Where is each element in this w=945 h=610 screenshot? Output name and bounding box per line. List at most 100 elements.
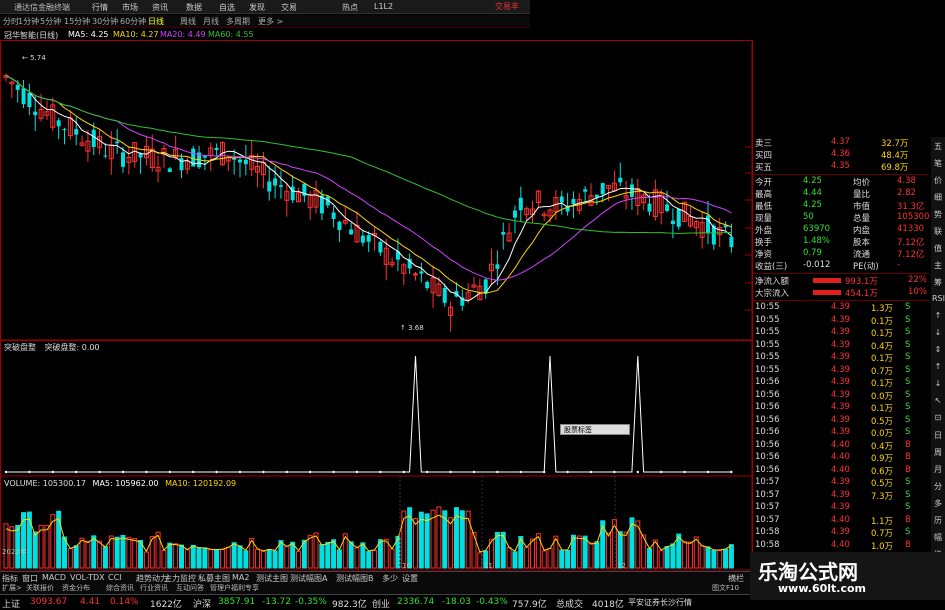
volume-bar [290, 541, 296, 569]
stat-value: 63970 [803, 224, 831, 234]
candle-body [378, 241, 383, 253]
volume-bar [711, 549, 717, 569]
period-tab[interactable]: 5分钟 [40, 16, 61, 27]
period-tab[interactable]: 月线 [203, 16, 219, 27]
period-tab[interactable]: 30分钟 [92, 16, 118, 27]
f10-tab[interactable]: 图文F10 [712, 583, 739, 593]
period-tab[interactable]: 更多 > [258, 16, 283, 27]
flow-pct: 10% [908, 287, 927, 297]
stat-value: - [897, 260, 901, 270]
indicator-tab[interactable]: VOL-TDX [70, 573, 105, 582]
trade-side: B [905, 539, 911, 550]
ma10-line [5, 74, 732, 294]
menu-item[interactable]: L1L2 [374, 2, 393, 11]
trade-side: B [905, 452, 911, 462]
ma60-line [5, 74, 732, 235]
menu-item[interactable]: 数据 [186, 2, 202, 13]
info-tab[interactable]: 行业资讯 [140, 583, 168, 593]
side-tool-button[interactable]: 价 [932, 175, 944, 187]
menu-item[interactable]: 资讯 [152, 2, 168, 13]
period-tab[interactable]: 60分钟 [120, 16, 146, 27]
side-tool-button[interactable]: ↖ [932, 396, 944, 408]
side-tool-button[interactable]: 日 [932, 430, 944, 442]
trade-volume: 0.1万 [871, 404, 894, 414]
side-tool-button[interactable]: 筹 [932, 277, 944, 289]
side-tool-button[interactable]: ↑ [932, 362, 944, 374]
trade-time: 10:56 [755, 464, 780, 475]
side-tool-button[interactable]: 多 [932, 498, 944, 510]
stat-label: 今开 [755, 178, 773, 188]
volume-bar [284, 545, 290, 569]
trade-side: S [905, 377, 911, 387]
info-tab[interactable]: 资金分布 [62, 583, 90, 593]
indicator-tab[interactable]: MACD [42, 573, 66, 582]
info-tab[interactable]: 综合资讯 [106, 583, 134, 593]
side-tool-button[interactable]: 主 [932, 260, 944, 272]
side-tool-button[interactable]: 分 [932, 481, 944, 493]
trade-volume: 0.0万 [871, 429, 894, 439]
trade-row: 10:55 4.39 1.3万 S [753, 302, 929, 315]
indicator-tab[interactable]: MA2 [232, 573, 249, 582]
side-tool-button[interactable]: ⇕ [932, 345, 944, 357]
trade-time: 10:57 [755, 477, 780, 487]
volume-bar [582, 535, 588, 569]
volume-bar [114, 536, 120, 569]
side-tool-button[interactable]: 历 [932, 515, 944, 527]
period-tab[interactable]: 周线 [180, 16, 196, 27]
candle-body [729, 236, 734, 248]
period-tab[interactable]: 15分钟 [64, 16, 90, 27]
info-tab[interactable]: 关联报价 [26, 583, 54, 593]
trade-row: 10:56 4.39 0.5万 S [753, 415, 929, 428]
side-tool-button[interactable]: ↓ [932, 328, 944, 340]
trade-time: 10:56 [755, 439, 780, 450]
menu-item[interactable]: 发现 [249, 2, 265, 13]
period-bar: 分时 1分钟 5分钟 15分钟 30分钟 60分钟 日线 周线 月线 多周期 更多 > [0, 15, 530, 28]
side-tool-button[interactable]: ↓ [932, 379, 944, 391]
chart-area[interactable]: 5.004.804.604.404.204.003.801.000.800.60… [0, 40, 760, 580]
trade-volume: 0.0万 [871, 391, 894, 402]
side-tool-button[interactable]: RSI [932, 294, 945, 306]
period-tab[interactable]: 1分钟 [18, 16, 39, 27]
candle-body [121, 152, 125, 167]
menu-item[interactable]: 自选 [219, 2, 235, 13]
side-tool-button[interactable]: 五 [932, 141, 944, 153]
info-tab[interactable]: 互动问答 [176, 583, 204, 593]
trade-time: 10:55 [755, 314, 780, 325]
side-tool-button[interactable]: ↑ [932, 311, 944, 323]
order-book-row: 买四 4.36 48.4万 [753, 149, 929, 161]
menu-item[interactable]: 热点 [342, 2, 358, 13]
side-tool-button[interactable]: 值 [932, 243, 944, 255]
side-tool-button[interactable]: 势 [932, 209, 944, 221]
volume-bar [658, 549, 664, 569]
side-tool-button[interactable]: 细 [932, 192, 944, 204]
menu-item[interactable]: 行情 [92, 2, 108, 13]
low-price-label: ↑ 3.68 [400, 324, 424, 332]
period-tab[interactable]: 分时 [3, 16, 19, 27]
flow-value: 993.1万 [845, 277, 878, 287]
info-tab[interactable]: 管理户福利专享 [210, 583, 259, 593]
trade-side: S [905, 339, 911, 350]
candle-body [518, 197, 523, 211]
side-tool-button[interactable]: 联 [932, 226, 944, 238]
stat-row: 现量 50 总量 105300 [753, 212, 929, 224]
side-tool-button[interactable]: 幅 [932, 532, 944, 544]
trade-time: 10:56 [755, 452, 780, 462]
side-tool-button[interactable]: ⊡ [932, 413, 944, 425]
period-tab[interactable]: 多周期 [226, 16, 250, 27]
stat-label: 最低 [755, 202, 773, 212]
volume-bar [424, 513, 430, 569]
menu-item[interactable]: 市场 [122, 2, 138, 13]
trade-side: S [905, 477, 911, 487]
info-tab[interactable]: 扩展> [2, 583, 22, 593]
side-tool-button[interactable]: 月 [932, 464, 944, 476]
trade-link[interactable]: 交易丰 [495, 1, 519, 12]
menu-item[interactable]: 交易 [281, 2, 297, 13]
period-tab[interactable]: 日线 [148, 16, 164, 27]
trade-price: 4.40 [831, 452, 850, 462]
candle-body [665, 204, 670, 211]
side-tool-button[interactable]: 周 [932, 447, 944, 459]
indicator-tab-bar: 指标 窗口 MACD VOL-TDX CCI 趋势动力 主力监控 私募主图 MA2 测试主图 测试幅… [0, 571, 750, 583]
indicator-tab[interactable]: CCI [108, 573, 122, 582]
stock-tag-popup[interactable]: 股票标签 [560, 424, 630, 435]
side-tool-button[interactable]: 笔 [932, 158, 944, 170]
